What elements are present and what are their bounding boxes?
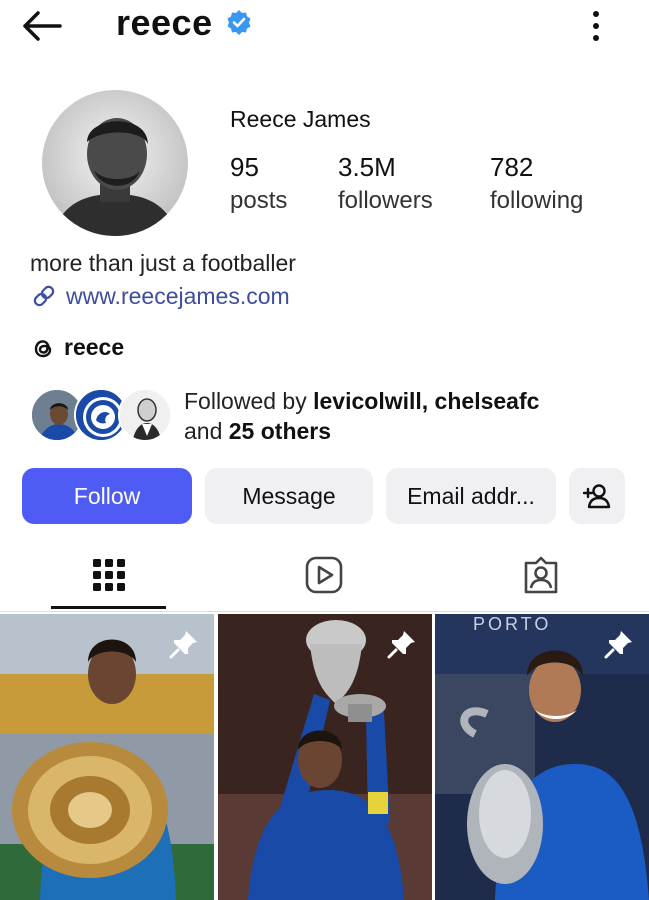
suggest-people-button[interactable]	[569, 468, 625, 524]
username-title: reece	[116, 2, 213, 43]
tab-divider	[0, 611, 649, 612]
back-button[interactable]	[20, 8, 66, 44]
avatar-photo	[42, 90, 188, 236]
mutual-followers-avatars[interactable]	[30, 388, 172, 442]
following-label: following	[490, 187, 584, 214]
profile-bio: more than just a footballer	[30, 250, 296, 276]
verified-badge-icon	[227, 10, 251, 35]
grid-post-1[interactable]	[0, 614, 214, 900]
threads-badge[interactable]: reece	[30, 334, 124, 361]
tab-tagged[interactable]	[483, 540, 599, 610]
pinned-icon	[387, 631, 415, 659]
followers-count: 3.5M	[338, 152, 396, 182]
followers-stat[interactable]: 3.5M followers	[338, 150, 433, 218]
followers-label: followers	[338, 187, 433, 214]
link-url: www.reecejames.com	[66, 282, 290, 309]
profile-link[interactable]: www.reecejames.com	[30, 282, 290, 310]
mutual-avatar-third	[118, 388, 172, 442]
threads-handle: reece	[64, 334, 125, 360]
followed-by-others: 25 others	[228, 418, 332, 444]
grid-post-3[interactable]: PORTO	[435, 614, 649, 900]
active-tab-indicator	[51, 606, 166, 609]
following-count: 782	[490, 152, 534, 182]
tab-posts-grid[interactable]	[51, 540, 167, 610]
link-icon	[33, 285, 55, 307]
followed-by-prefix: Followed by	[184, 388, 314, 414]
profile-full-name: Reece James	[230, 106, 371, 132]
more-vertical-icon	[593, 11, 599, 41]
arrow-left-icon	[23, 11, 62, 41]
add-person-icon	[582, 484, 611, 509]
tab-reels[interactable]	[266, 540, 382, 610]
followed-by-and: and	[184, 418, 229, 444]
pinned-icon	[604, 631, 632, 659]
email-button[interactable]: Email addr...	[386, 468, 556, 524]
post-caption-overlay: PORTO	[473, 614, 552, 634]
top-bar: reece	[0, 0, 649, 54]
pinned-icon	[169, 631, 197, 659]
posts-count: 95	[230, 152, 259, 182]
threads-icon	[34, 339, 52, 357]
more-options-button[interactable]	[589, 10, 603, 42]
username-header: reece	[116, 2, 253, 44]
posts-label: posts	[230, 187, 288, 214]
grid-post-2[interactable]	[218, 614, 432, 900]
grid-icon	[93, 559, 125, 591]
following-stat[interactable]: 782 following	[490, 150, 583, 218]
posts-stat[interactable]: 95 posts	[230, 150, 287, 218]
tagged-icon	[524, 556, 558, 594]
follow-button[interactable]: Follow	[22, 468, 192, 524]
reels-icon	[305, 556, 343, 594]
followed-by-names: levicolwill, chelseafc	[313, 388, 540, 414]
mutual-followers-text[interactable]: Followed by levicolwill, chelseafc and 2…	[184, 386, 539, 446]
message-button[interactable]: Message	[205, 468, 373, 524]
profile-avatar[interactable]	[42, 90, 188, 236]
